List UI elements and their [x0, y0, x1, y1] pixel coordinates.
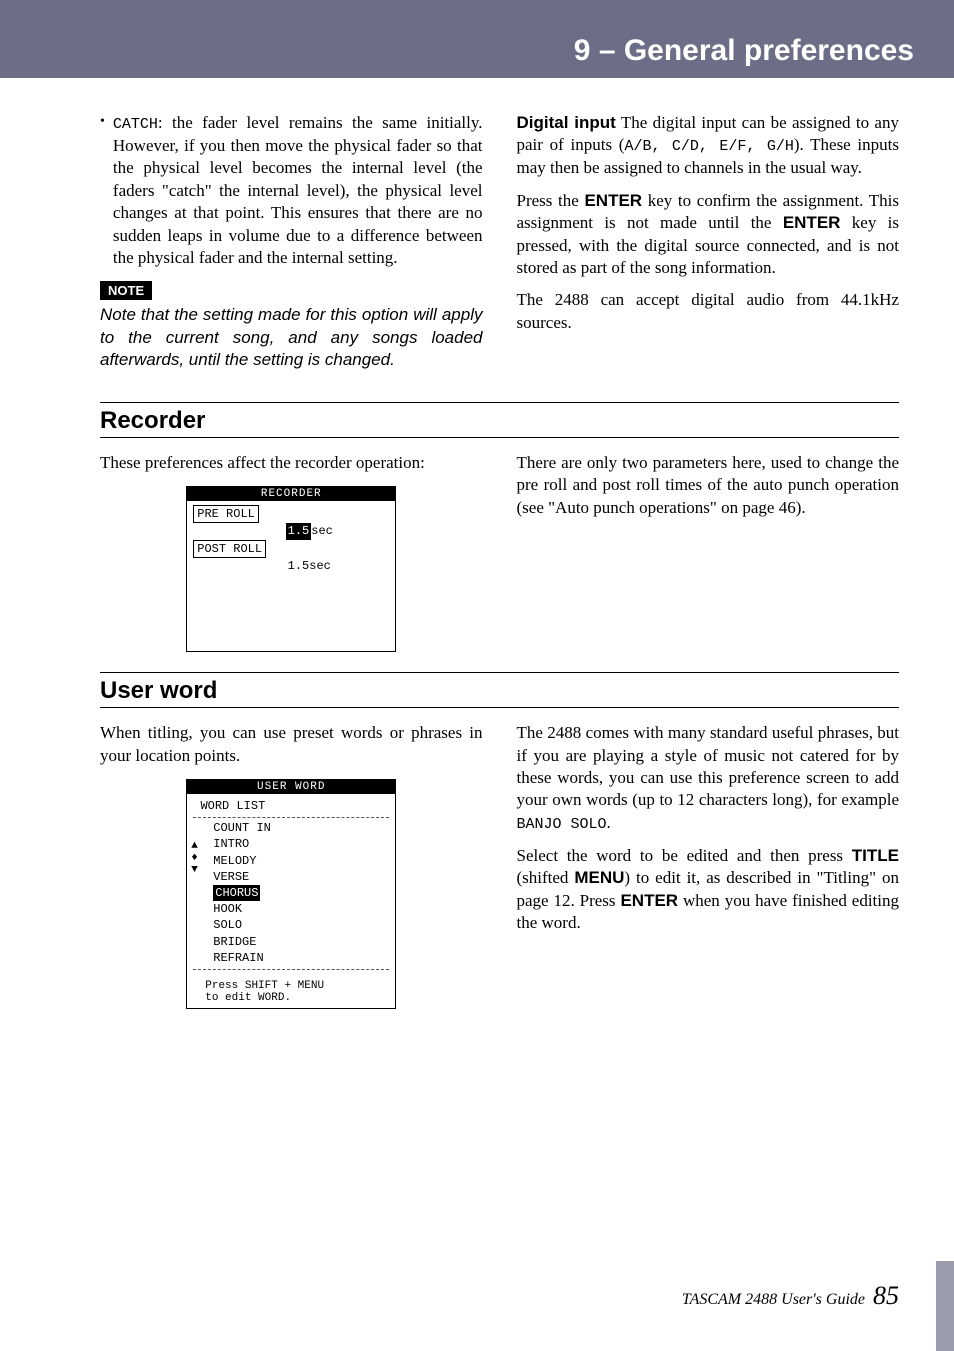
di-pairs: A/B, C/D, E/F, G/H — [624, 138, 793, 155]
digital-input-label: Digital input — [517, 113, 616, 132]
title-key: TITLE — [852, 846, 899, 865]
recorder-lcd-title: RECORDER — [187, 487, 395, 501]
menu-key: MENU — [574, 868, 624, 887]
page: 9 – General preferences • CATCH: the fad… — [0, 0, 954, 1351]
uw-p2b: (shifted — [517, 868, 575, 887]
bullet-dot-icon: • — [100, 112, 105, 269]
recorder-lcd: RECORDER PRE ROLL 1.5sec POST ROLL 1.5se… — [186, 486, 396, 652]
footer-tab — [936, 1261, 954, 1351]
footer-text: TASCAM 2488 User's Guide — [682, 1291, 865, 1308]
note-text: Note that the setting made for this opti… — [100, 304, 483, 371]
lcd-hint1: Press SHIFT + MENU — [205, 980, 389, 992]
postroll-value: 1.5sec — [288, 559, 331, 573]
content: • CATCH: the fader level remains the sam… — [0, 78, 954, 1009]
uw-p2a: Select the word to be edited and then pr… — [517, 846, 852, 865]
word-list-item: BRIDGE — [213, 934, 389, 950]
page-number: 85 — [873, 1281, 899, 1310]
note-badge: NOTE — [100, 281, 152, 300]
userword-right-p1: The 2488 comes with many standard useful… — [517, 722, 900, 835]
enter-key-2: ENTER — [783, 213, 841, 232]
catch-text: CATCH: the fader level remains the same … — [113, 112, 483, 269]
word-list-item: HOOK — [213, 901, 389, 917]
word-list: COUNT ININTROMELODYVERSECHORUSHOOKSOLOBR… — [213, 820, 389, 966]
catch-term: CATCH — [113, 116, 158, 133]
preroll-row: PRE ROLL — [193, 505, 389, 523]
preroll-unit: sec — [311, 524, 333, 538]
preroll-value-row: 1.5sec — [193, 523, 389, 539]
word-list-item: REFRAIN — [213, 950, 389, 966]
word-list-item: MELODY — [213, 853, 389, 869]
lcd-separator — [193, 817, 389, 818]
digital-input-p1: Digital input The digital input can be a… — [517, 112, 900, 180]
preroll-value: 1.5 — [286, 523, 312, 539]
userword-heading: User word — [100, 677, 899, 705]
header-band: 9 – General preferences — [0, 0, 954, 78]
recorder-heading: Recorder — [100, 407, 899, 435]
lcd-hint2: to edit WORD. — [205, 992, 389, 1004]
footer: TASCAM 2488 User's Guide 85 — [682, 1281, 899, 1311]
preroll-label: PRE ROLL — [193, 505, 259, 523]
section-rule-thin-2 — [100, 707, 899, 708]
word-list-item: CHORUS — [213, 885, 389, 901]
top-right-column: Digital input The digital input can be a… — [517, 112, 900, 382]
wordlist-subtitle: WORD LIST — [200, 799, 265, 813]
catch-body: : the fader level remains the same initi… — [113, 113, 483, 267]
arrow-indicator-icon: ▲♦▼ — [191, 840, 198, 876]
recorder-left-p: These preferences affect the recorder op… — [100, 452, 483, 474]
recorder-left: These preferences affect the recorder op… — [100, 452, 483, 652]
catch-bullet: • CATCH: the fader level remains the sam… — [100, 112, 483, 269]
userword-lcd: USER WORD WORD LIST ▲♦▼ COUNT ININTROMEL… — [186, 779, 396, 1009]
chapter-title: 9 – General preferences — [574, 34, 914, 68]
userword-right-p2: Select the word to be edited and then pr… — [517, 845, 900, 935]
enter-key-3: ENTER — [620, 891, 678, 910]
postroll-label: POST ROLL — [193, 540, 266, 558]
digital-input-p3: The 2488 can accept digital audio from 4… — [517, 289, 900, 334]
postroll-value-row: 1.5sec — [193, 558, 389, 574]
digital-input-p2: Press the ENTER key to confirm the assig… — [517, 190, 900, 280]
lcd-separator-2 — [193, 969, 389, 970]
top-left-column: • CATCH: the fader level remains the sam… — [100, 112, 483, 382]
recorder-lcd-body: PRE ROLL 1.5sec POST ROLL 1.5sec — [187, 501, 395, 651]
word-list-item: INTRO — [213, 836, 389, 852]
userword-right: The 2488 comes with many standard useful… — [517, 722, 900, 1009]
section-rule — [100, 402, 899, 403]
recorder-right-p: There are only two parameters here, used… — [517, 452, 900, 519]
enter-key-1: ENTER — [584, 191, 642, 210]
word-list-item: SOLO — [213, 917, 389, 933]
section-rule-2 — [100, 672, 899, 673]
wordlist-subtitle-row: WORD LIST — [193, 798, 389, 814]
recorder-columns: These preferences affect the recorder op… — [100, 452, 899, 652]
di-p2a: Press the — [517, 191, 585, 210]
uw-p1b: . — [607, 813, 611, 832]
userword-columns: When titling, you can use preset words o… — [100, 722, 899, 1009]
userword-lcd-body: WORD LIST ▲♦▼ COUNT ININTROMELODYVERSECH… — [187, 794, 395, 1008]
top-columns: • CATCH: the fader level remains the sam… — [100, 112, 899, 382]
userword-lcd-title: USER WORD — [187, 780, 395, 794]
recorder-right: There are only two parameters here, used… — [517, 452, 900, 652]
uw-example: BANJO SOLO — [517, 816, 607, 833]
uw-p1a: The 2488 comes with many standard useful… — [517, 723, 900, 809]
word-list-item: VERSE — [213, 869, 389, 885]
userword-left-p: When titling, you can use preset words o… — [100, 722, 483, 767]
word-list-item: COUNT IN — [213, 820, 389, 836]
postroll-row: POST ROLL — [193, 540, 389, 558]
section-rule-thin — [100, 437, 899, 438]
userword-left: When titling, you can use preset words o… — [100, 722, 483, 1009]
